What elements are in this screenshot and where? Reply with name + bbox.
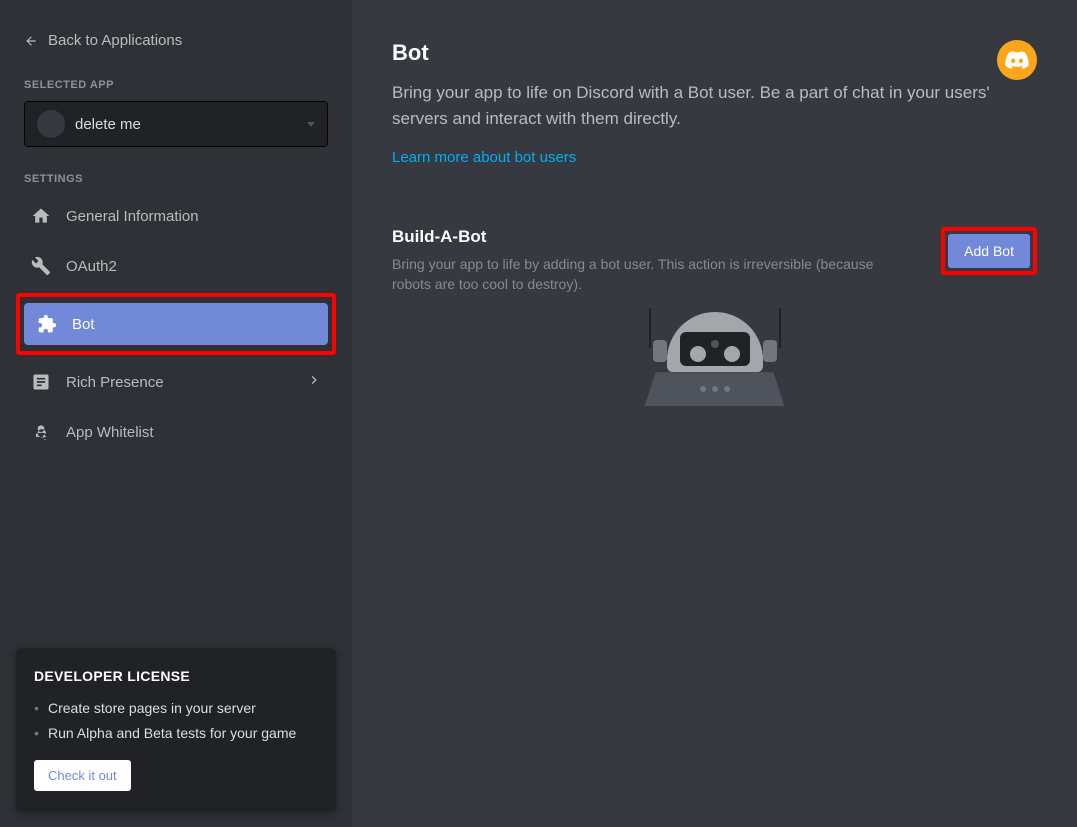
nav-label: App Whitelist xyxy=(66,424,154,441)
settings-label: SETTINGS xyxy=(16,167,336,191)
nav-label: General Information xyxy=(66,208,199,225)
caret-down-icon xyxy=(307,122,315,127)
main-content: Bot Bring your app to life on Discord wi… xyxy=(352,0,1077,827)
developer-license-card: DEVELOPER LICENSE Create store pages in … xyxy=(16,648,336,811)
page-subtitle: Bring your app to life on Discord with a… xyxy=(392,80,997,131)
back-to-applications-link[interactable]: Back to Applications xyxy=(16,24,336,57)
note-icon xyxy=(30,371,52,393)
sidebar: Back to Applications SELECTED APP delete… xyxy=(0,0,352,827)
nav-label: Bot xyxy=(72,316,95,333)
highlight-add-bot: Add Bot xyxy=(941,227,1037,275)
wrench-icon xyxy=(30,255,52,277)
arrow-left-icon xyxy=(24,34,38,48)
app-avatar xyxy=(37,110,65,138)
add-bot-button[interactable]: Add Bot xyxy=(948,234,1030,268)
page-title: Bot xyxy=(392,40,997,66)
dev-license-bullets: Create store pages in your server Run Al… xyxy=(34,698,318,744)
nav-general-information[interactable]: General Information xyxy=(18,195,334,237)
list-item: Run Alpha and Beta tests for your game xyxy=(34,723,318,744)
build-a-bot-desc: Bring your app to life by adding a bot u… xyxy=(392,255,902,294)
build-a-bot-title: Build-A-Bot xyxy=(392,227,902,247)
selected-app-dropdown[interactable]: delete me xyxy=(24,101,328,147)
discord-logo-icon xyxy=(997,40,1037,80)
list-item: Create store pages in your server xyxy=(34,698,318,719)
check-it-out-button[interactable]: Check it out xyxy=(34,760,131,791)
highlight-bot-nav: Bot xyxy=(16,293,336,355)
nav-oauth2[interactable]: OAuth2 xyxy=(18,245,334,287)
dev-license-title: DEVELOPER LICENSE xyxy=(34,668,318,684)
selected-app-name: delete me xyxy=(75,116,307,133)
back-label: Back to Applications xyxy=(48,32,182,49)
robot-illustration xyxy=(635,312,795,406)
learn-more-link[interactable]: Learn more about bot users xyxy=(392,149,576,166)
puzzle-icon xyxy=(36,313,58,335)
nav-bot[interactable]: Bot xyxy=(24,303,328,345)
selected-app-label: SELECTED APP xyxy=(16,73,336,97)
person-sync-icon xyxy=(30,421,52,443)
nav-app-whitelist[interactable]: App Whitelist xyxy=(18,411,334,453)
chevron-right-icon xyxy=(306,372,322,392)
nav-label: OAuth2 xyxy=(66,258,117,275)
nav-rich-presence[interactable]: Rich Presence xyxy=(18,361,334,403)
nav-label: Rich Presence xyxy=(66,374,164,391)
home-icon xyxy=(30,205,52,227)
